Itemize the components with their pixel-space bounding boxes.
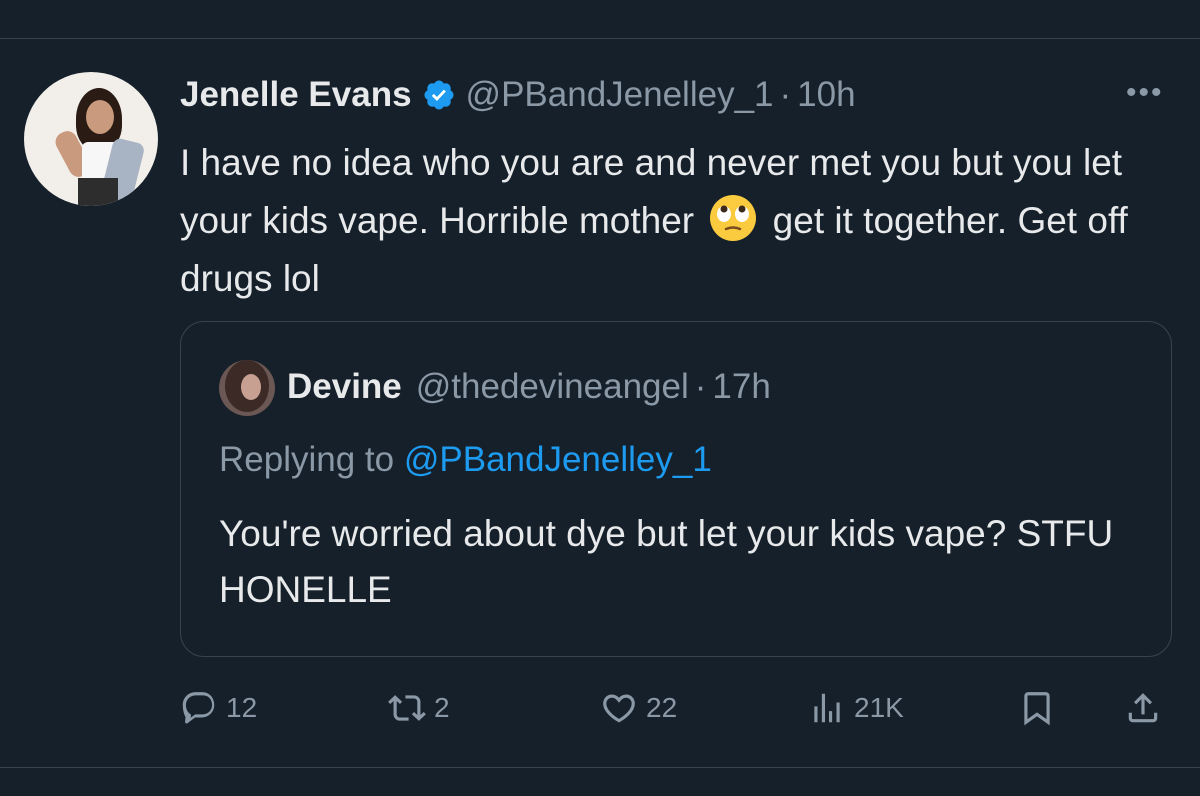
quoted-tweet[interactable]: Devine @thedevineangel · 17h Replying to… [180, 321, 1172, 657]
author-name[interactable]: Jenelle Evans [180, 75, 412, 115]
bookmark-icon [1024, 692, 1050, 726]
quoted-tweet-timestamp[interactable]: 17h [712, 367, 770, 407]
retweet-button[interactable]: 2 [388, 682, 450, 734]
retweet-count: 2 [434, 692, 450, 723]
retweet-icon [388, 695, 426, 721]
views-chart-icon [814, 693, 840, 723]
bottom-divider [0, 767, 1200, 768]
tweet-text: I have no idea who you are and never met… [180, 134, 1170, 308]
reply-button[interactable]: 12 [180, 682, 257, 734]
quoted-tweet-header: Devine @thedevineangel · 17h [287, 362, 771, 412]
bookmark-button[interactable] [1018, 682, 1056, 734]
tweet-actions-bar: 12 2 22 21K [180, 682, 1170, 734]
share-button[interactable] [1124, 682, 1162, 734]
quoted-author-handle[interactable]: @thedevineangel [416, 367, 689, 407]
quoted-author-avatar[interactable] [219, 360, 275, 416]
quoted-tweet-text: You're worried about dye but let your ki… [219, 513, 1114, 610]
author-handle[interactable]: @PBandJenelley_1 [466, 75, 774, 115]
views-button[interactable]: 21K [808, 682, 904, 734]
replying-mention-link[interactable]: @PBandJenelley_1 [404, 440, 712, 479]
quoted-author-name[interactable]: Devine [287, 367, 402, 407]
views-count: 21K [854, 692, 904, 723]
top-divider [0, 38, 1200, 39]
separator-dot: · [779, 75, 792, 114]
author-avatar[interactable] [24, 72, 158, 206]
reply-count: 12 [226, 692, 258, 723]
separator-dot: · [694, 367, 707, 406]
like-button[interactable]: 22 [600, 682, 677, 734]
replying-to-line: Replying to @PBandJenelley_1 [219, 440, 712, 480]
heart-icon [603, 694, 635, 723]
tweet-header: Jenelle Evans @PBandJenelley_1 · 10h [180, 74, 856, 116]
replying-prefix: Replying to [219, 440, 395, 479]
face-with-rolling-eyes-emoji-icon [710, 195, 757, 241]
like-count: 22 [646, 692, 678, 723]
tweet-timestamp[interactable]: 10h [797, 75, 855, 115]
share-icon [1128, 693, 1158, 723]
verified-badge-icon [424, 80, 454, 110]
more-options-icon[interactable]: ••• [1126, 76, 1164, 110]
reply-icon [182, 692, 215, 724]
